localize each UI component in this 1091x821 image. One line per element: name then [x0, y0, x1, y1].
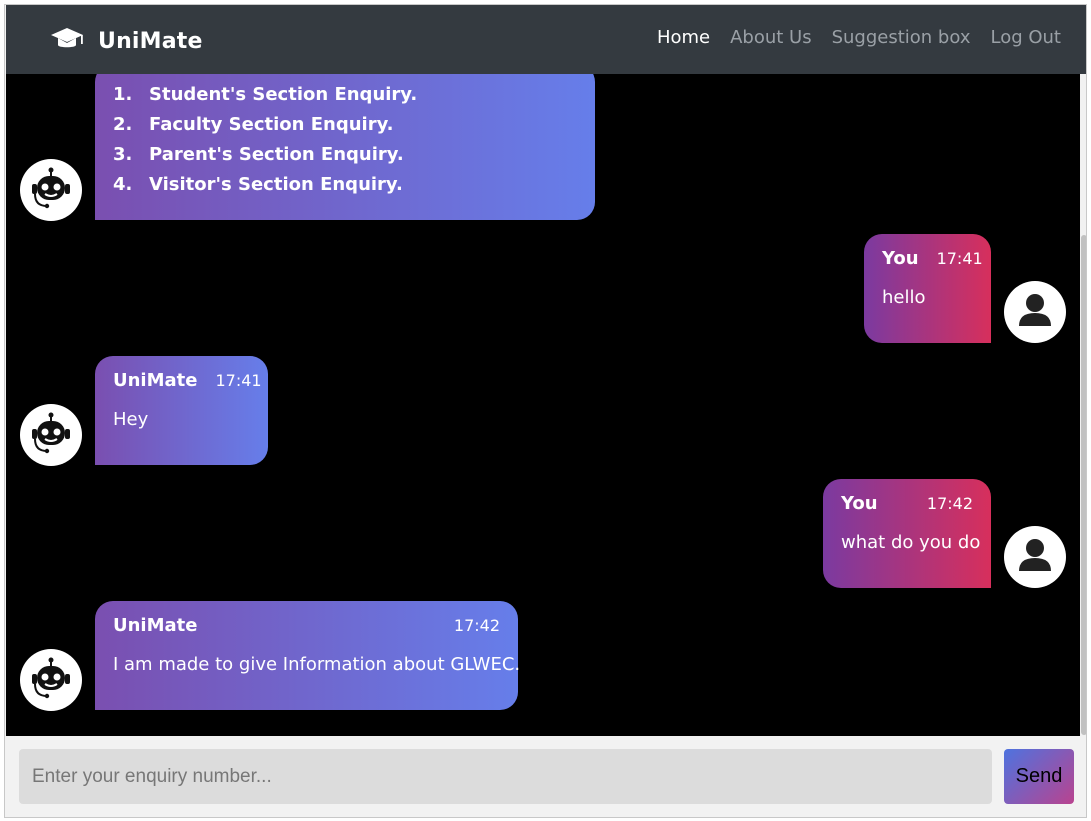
nav-home-link[interactable]: Home: [657, 27, 710, 48]
message-time: 17:41: [215, 371, 262, 390]
user-icon: [1013, 533, 1057, 581]
robot-icon: [29, 166, 73, 214]
app-window: UniMate Home About Us Suggestion box Log…: [4, 4, 1087, 818]
message-time: 17:41: [936, 249, 983, 268]
message-header: UniMate 17:41: [113, 370, 262, 391]
enquiry-option: 4. Visitor's Section Enquiry.: [113, 174, 403, 195]
sender-name: You: [882, 248, 919, 269]
send-button[interactable]: Send: [1004, 749, 1074, 804]
message-text: what do you do: [841, 532, 981, 553]
message-text: I am made to give Information about GLWE…: [113, 654, 521, 675]
bot-avatar: [20, 159, 82, 221]
bot-avatar: [20, 404, 82, 466]
user-message-bubble: You 17:41 hello: [864, 234, 991, 343]
enquiry-input[interactable]: [19, 749, 992, 804]
sender-name: UniMate: [113, 615, 198, 636]
nav-suggestion-link[interactable]: Suggestion box: [832, 27, 971, 48]
enquiry-option: 1. Student's Section Enquiry.: [113, 84, 418, 105]
bot-message-bubble: UniMate 17:41 Hey: [95, 356, 268, 465]
enquiry-options-list: 1. Student's Section Enquiry. 2. Faculty…: [113, 84, 577, 204]
nav-links: Home About Us Suggestion box Log Out: [657, 27, 1061, 48]
nav-logout-link[interactable]: Log Out: [990, 27, 1061, 48]
navbar: UniMate Home About Us Suggestion box Log…: [6, 5, 1086, 74]
message-header: UniMate 17:42: [113, 615, 500, 636]
user-avatar: [1004, 281, 1066, 343]
sender-name: You: [841, 493, 878, 514]
message-text: hello: [882, 287, 926, 308]
sender-name: UniMate: [113, 370, 198, 391]
robot-icon: [29, 656, 73, 704]
bot-avatar: [20, 649, 82, 711]
user-message-bubble: You 17:42 what do you do: [823, 479, 991, 588]
message-header: You 17:41: [882, 248, 983, 269]
nav-about-link[interactable]: About Us: [730, 27, 812, 48]
bot-menu-bubble: 1. Student's Section Enquiry. 2. Faculty…: [95, 74, 595, 220]
user-icon: [1013, 288, 1057, 336]
user-avatar: [1004, 526, 1066, 588]
message-text: Hey: [113, 409, 149, 430]
message-time: 17:42: [926, 494, 973, 513]
message-time: 17:42: [453, 616, 500, 635]
chat-area[interactable]: 1. Student's Section Enquiry. 2. Faculty…: [6, 74, 1080, 736]
enquiry-option: 3. Parent's Section Enquiry.: [113, 144, 404, 165]
chat-scrollbar-thumb[interactable]: [1081, 235, 1086, 735]
message-input-bar: Send: [6, 736, 1086, 817]
bot-message-bubble: UniMate 17:42 I am made to give Informat…: [95, 601, 521, 710]
message-header: You 17:42: [841, 493, 973, 514]
graduation-cap-icon: [50, 25, 84, 57]
enquiry-option: 2. Faculty Section Enquiry.: [113, 114, 394, 135]
robot-icon: [29, 411, 73, 459]
brand[interactable]: UniMate: [50, 25, 203, 57]
brand-name: UniMate: [98, 28, 203, 54]
